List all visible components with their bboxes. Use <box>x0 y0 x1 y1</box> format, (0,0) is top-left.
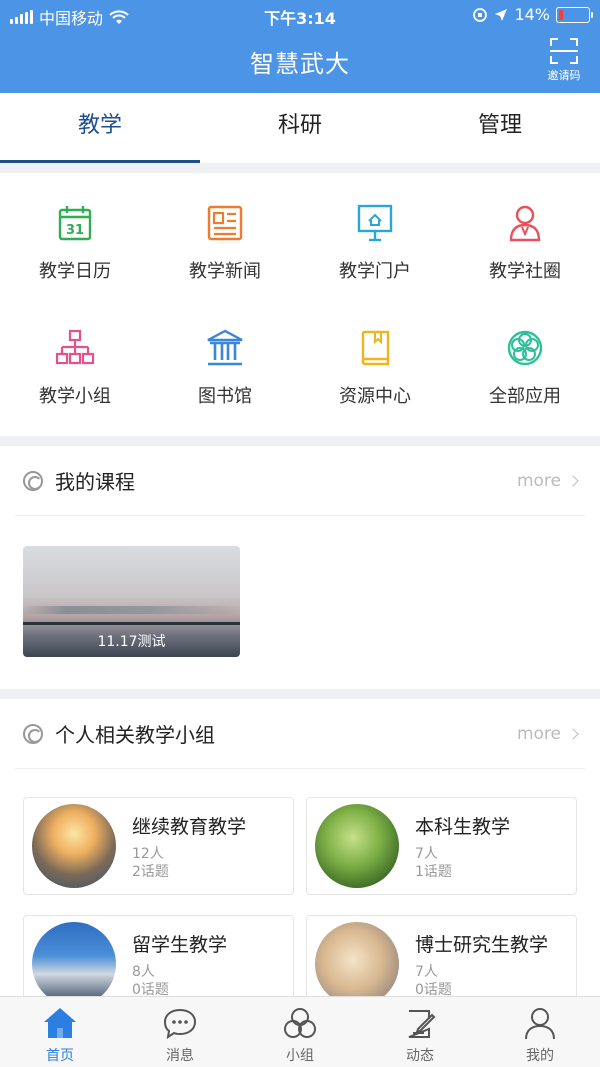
app-label: 教学小组 <box>39 386 111 407</box>
group-members: 7人 <box>415 963 438 980</box>
category-tabs: 教学 科研 管理 <box>0 93 600 163</box>
app-label: 全部应用 <box>489 386 561 407</box>
app-teaching-portal[interactable]: 教学门户 <box>300 203 450 328</box>
section-ring-icon <box>23 470 43 491</box>
calendar-day: 31 <box>66 223 84 238</box>
community-icon <box>509 205 541 242</box>
group-avatar <box>32 804 116 888</box>
page-title: 智慧武大 <box>250 50 350 78</box>
edit-icon <box>408 1010 436 1038</box>
group-list: 继续教育教学 12人 2话题 本科生教学 7人 1话题 留学生教学 8人 0话题 博士… <box>23 797 577 996</box>
section-header: 个人相关教学小组 more <box>15 699 585 769</box>
app-library[interactable]: 图书馆 <box>150 328 300 453</box>
bottom-nav: 首页 消息 小组 动态 我的 <box>0 996 600 1067</box>
news-icon <box>207 205 243 241</box>
course-caption: 11.17测试 <box>97 634 166 650</box>
app-label: 教学门户 <box>339 261 411 282</box>
section-header: 我的课程 more <box>15 446 585 516</box>
group-members: 7人 <box>415 845 438 862</box>
chevron-right-icon <box>567 727 579 740</box>
group-avatar <box>315 922 399 996</box>
app-teaching-community[interactable]: 教学社圈 <box>450 203 600 328</box>
calendar-icon: 31 <box>58 206 92 241</box>
group-topics: 0话题 <box>415 981 452 997</box>
location-icon <box>495 8 508 21</box>
tab-teaching[interactable]: 教学 <box>0 93 200 163</box>
nav-messages[interactable]: 消息 <box>120 997 240 1067</box>
rotation-lock-icon <box>473 7 488 22</box>
portal-icon <box>357 204 393 242</box>
app-header: 中国移动 下午3:14 14% 智慧武大 邀请码 <box>0 0 600 93</box>
invite-code-button[interactable]: 邀请码 <box>542 38 586 83</box>
app-teaching-calendar[interactable]: 31 教学日历 <box>0 203 150 328</box>
tab-management[interactable]: 管理 <box>400 93 600 163</box>
group-circles-icon <box>284 1008 316 1038</box>
app-label: 教学新闻 <box>189 261 261 282</box>
nav-label: 我的 <box>526 1048 554 1064</box>
group-icon <box>55 329 95 365</box>
section-title: 我的课程 <box>55 470 135 494</box>
home-icon <box>44 1008 76 1038</box>
course-skyline <box>23 606 240 614</box>
group-name: 本科生教学 <box>415 815 511 838</box>
chevron-right-icon <box>567 474 579 487</box>
nav-home[interactable]: 首页 <box>0 997 120 1067</box>
section-title: 个人相关教学小组 <box>55 723 215 747</box>
group-members: 8人 <box>132 963 155 980</box>
nav-label: 小组 <box>286 1048 314 1064</box>
message-icon <box>163 1008 197 1040</box>
all-apps-icon <box>507 330 543 366</box>
group-name: 留学生教学 <box>132 933 228 956</box>
app-label: 资源中心 <box>339 386 411 407</box>
course-pier <box>23 622 240 625</box>
more-link[interactable]: more <box>517 724 579 744</box>
teaching-groups-section: 个人相关教学小组 more 继续教育教学 12人 2话题 本科生教学 7人 1话题 … <box>0 699 600 996</box>
group-card[interactable]: 本科生教学 7人 1话题 <box>306 797 577 895</box>
more-link[interactable]: more <box>517 471 579 491</box>
group-avatar <box>32 922 116 996</box>
nav-label: 动态 <box>406 1048 434 1064</box>
group-avatar <box>315 804 399 888</box>
nav-groups[interactable]: 小组 <box>240 997 360 1067</box>
app-resource-center[interactable]: 资源中心 <box>300 328 450 453</box>
group-members: 12人 <box>132 845 164 862</box>
tab-research[interactable]: 科研 <box>200 93 400 163</box>
group-name: 博士研究生教学 <box>415 933 549 956</box>
battery-percent: 14% <box>514 5 550 24</box>
group-topics: 0话题 <box>132 981 169 997</box>
library-icon <box>207 329 243 366</box>
section-ring-icon <box>23 723 43 744</box>
group-topics: 1话题 <box>415 863 452 880</box>
nav-label: 消息 <box>166 1048 194 1064</box>
status-bar: 中国移动 下午3:14 14% <box>0 0 600 30</box>
group-card[interactable]: 博士研究生教学 7人 0话题 <box>306 915 577 996</box>
nav-profile[interactable]: 我的 <box>480 997 600 1067</box>
group-card[interactable]: 留学生教学 8人 0话题 <box>23 915 294 996</box>
course-card[interactable]: 11.17测试 <box>23 546 240 657</box>
group-name: 继续教育教学 <box>132 815 247 838</box>
nav-activity[interactable]: 动态 <box>360 997 480 1067</box>
app-teaching-group[interactable]: 教学小组 <box>0 328 150 453</box>
scan-icon <box>550 38 578 64</box>
app-all-apps[interactable]: 全部应用 <box>450 328 600 453</box>
app-grid: 31 教学日历 教学新闻 教学门户 教学社圈 教学小组 图书馆 资源中心 全部应… <box>0 173 600 436</box>
invite-code-label: 邀请码 <box>547 69 581 82</box>
profile-icon <box>525 1008 555 1040</box>
app-label: 教学日历 <box>39 261 111 282</box>
nav-label: 首页 <box>46 1048 74 1064</box>
app-label: 教学社圈 <box>489 261 561 282</box>
app-label: 图书馆 <box>198 386 252 407</box>
battery-icon <box>556 6 593 23</box>
book-icon <box>361 330 390 366</box>
group-topics: 2话题 <box>132 863 169 880</box>
my-courses-section: 我的课程 more 11.17测试 <box>0 446 600 689</box>
app-teaching-news[interactable]: 教学新闻 <box>150 203 300 328</box>
group-card[interactable]: 继续教育教学 12人 2话题 <box>23 797 294 895</box>
